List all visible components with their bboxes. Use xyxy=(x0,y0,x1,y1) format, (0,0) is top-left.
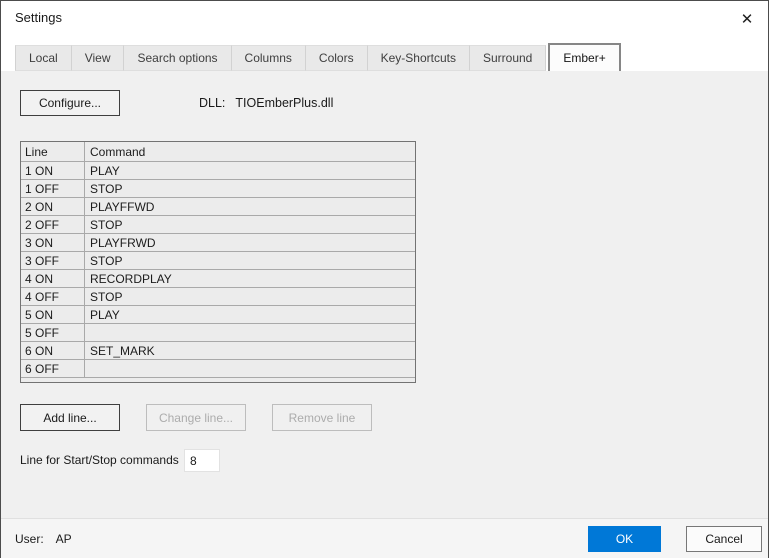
table-row[interactable]: 2 OFFSTOP xyxy=(21,215,415,233)
line-cell: 3 OFF xyxy=(21,252,85,269)
tab-surround[interactable]: Surround xyxy=(470,45,546,71)
user-value: AP xyxy=(56,532,72,546)
startstop-input[interactable] xyxy=(184,449,220,472)
tab-view[interactable]: View xyxy=(72,45,125,71)
user-label: User: xyxy=(15,532,44,546)
command-table-header: Line Command xyxy=(21,142,415,161)
ember-tab-panel: Configure... DLL: TIOEmberPlus.dll Line C… xyxy=(1,71,768,518)
add-line-button[interactable]: Add line... xyxy=(20,404,120,431)
table-row[interactable]: 5 ONPLAY xyxy=(21,305,415,323)
line-cell: 2 ON xyxy=(21,198,85,215)
tab-local[interactable]: Local xyxy=(15,45,72,71)
user-line: User: AP xyxy=(15,532,72,546)
table-row[interactable]: 4 OFFSTOP xyxy=(21,287,415,305)
tab-search-options[interactable]: Search options xyxy=(124,45,231,71)
line-cell: 2 OFF xyxy=(21,216,85,233)
footer-bar: User: AP OK Cancel xyxy=(1,519,768,558)
command-cell: STOP xyxy=(85,252,415,269)
line-cell: 3 ON xyxy=(21,234,85,251)
table-row[interactable]: 4 ONRECORDPLAY xyxy=(21,269,415,287)
command-table: Line Command 1 ONPLAY1 OFFSTOP2 ONPLAYFF… xyxy=(20,141,416,383)
table-row[interactable]: 3 ONPLAYFRWD xyxy=(21,233,415,251)
tab-strip: LocalViewSearch optionsColumnsColorsKey-… xyxy=(15,45,621,71)
command-cell: STOP xyxy=(85,180,415,197)
line-cell: 6 OFF xyxy=(21,360,85,377)
command-cell: STOP xyxy=(85,288,415,305)
command-cell: STOP xyxy=(85,216,415,233)
command-cell: PLAY xyxy=(85,162,415,179)
command-cell: PLAY xyxy=(85,306,415,323)
command-cell: PLAYFFWD xyxy=(85,198,415,215)
column-header-line: Line xyxy=(21,142,85,161)
table-row[interactable]: 2 ONPLAYFFWD xyxy=(21,197,415,215)
tab-key-shortcuts[interactable]: Key-Shortcuts xyxy=(368,45,470,71)
dll-value: TIOEmberPlus.dll xyxy=(235,96,333,110)
cancel-button[interactable]: Cancel xyxy=(686,526,762,552)
table-bottom-strip xyxy=(21,377,415,382)
tab-colors[interactable]: Colors xyxy=(306,45,368,71)
dll-label: DLL: xyxy=(199,96,225,110)
line-cell: 6 ON xyxy=(21,342,85,359)
command-cell: PLAYFRWD xyxy=(85,234,415,251)
dll-line: DLL: TIOEmberPlus.dll xyxy=(199,96,333,110)
line-cell: 4 OFF xyxy=(21,288,85,305)
command-table-body: 1 ONPLAY1 OFFSTOP2 ONPLAYFFWD2 OFFSTOP3 … xyxy=(21,161,415,377)
line-cell: 5 OFF xyxy=(21,324,85,341)
ok-button[interactable]: OK xyxy=(588,526,661,552)
command-cell xyxy=(85,324,415,341)
command-cell: SET_MARK xyxy=(85,342,415,359)
configure-button[interactable]: Configure... xyxy=(20,90,120,116)
command-cell: RECORDPLAY xyxy=(85,270,415,287)
tab-ember-[interactable]: Ember+ xyxy=(548,43,620,73)
line-cell: 1 ON xyxy=(21,162,85,179)
table-row[interactable]: 3 OFFSTOP xyxy=(21,251,415,269)
window-title: Settings xyxy=(15,10,62,25)
table-row[interactable]: 6 ONSET_MARK xyxy=(21,341,415,359)
table-row[interactable]: 5 OFF xyxy=(21,323,415,341)
settings-dialog: Settings ✕ LocalViewSearch optionsColumn… xyxy=(0,0,769,558)
command-cell xyxy=(85,360,415,377)
startstop-label: Line for Start/Stop commands xyxy=(20,453,179,467)
table-row[interactable]: 6 OFF xyxy=(21,359,415,377)
table-row[interactable]: 1 OFFSTOP xyxy=(21,179,415,197)
line-cell: 1 OFF xyxy=(21,180,85,197)
remove-line-button[interactable]: Remove line xyxy=(272,404,372,431)
line-cell: 4 ON xyxy=(21,270,85,287)
tab-columns[interactable]: Columns xyxy=(232,45,306,71)
close-icon[interactable]: ✕ xyxy=(732,5,762,33)
title-bar: Settings ✕ LocalViewSearch optionsColumn… xyxy=(1,1,768,71)
change-line-button[interactable]: Change line... xyxy=(146,404,246,431)
column-header-command: Command xyxy=(85,142,415,161)
line-cell: 5 ON xyxy=(21,306,85,323)
table-row[interactable]: 1 ONPLAY xyxy=(21,161,415,179)
